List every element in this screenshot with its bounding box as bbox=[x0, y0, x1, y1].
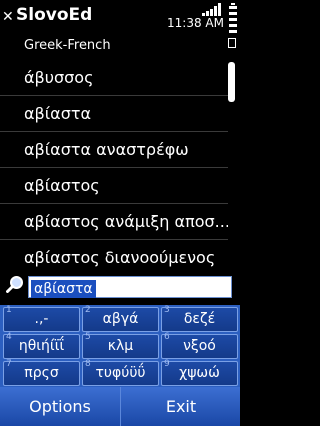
key-label: .,- bbox=[34, 311, 49, 327]
key-number: 8 bbox=[85, 359, 91, 369]
list-item[interactable]: άβυσσος bbox=[0, 60, 228, 96]
key-2[interactable]: 2 αβγά bbox=[82, 305, 159, 332]
key-label: χψωώ bbox=[179, 365, 220, 381]
key-number: 1 bbox=[6, 305, 12, 315]
key-number: 4 bbox=[6, 332, 12, 342]
key-number: 7 bbox=[6, 359, 12, 369]
list-item[interactable]: αβίαστος ανάμιξη αποσ... bbox=[0, 204, 228, 240]
key-7[interactable]: 7 πρςσ bbox=[3, 359, 80, 386]
key-number: 3 bbox=[164, 305, 170, 315]
key-8[interactable]: 8 τυφύϋΰ bbox=[82, 359, 159, 386]
search-input-text: αβίαστα bbox=[31, 280, 96, 298]
list-item[interactable]: αβίαστος διανοούμενος bbox=[0, 240, 228, 276]
close-icon[interactable]: ✕ bbox=[2, 10, 14, 24]
search-icon bbox=[6, 276, 23, 293]
key-number: 5 bbox=[85, 332, 91, 342]
status-bar: ✕ SlovoEd 11:38 AM bbox=[0, 0, 240, 34]
dictionary-name[interactable]: Greek-French bbox=[24, 38, 111, 53]
memory-indicator-icon bbox=[228, 38, 236, 48]
key-1[interactable]: 1 .,- bbox=[3, 305, 80, 332]
key-5[interactable]: 5 κλμ bbox=[82, 332, 159, 359]
key-number: 6 bbox=[164, 332, 170, 342]
key-label: κλμ bbox=[107, 338, 134, 354]
key-4[interactable]: 4 ηθιήίϊΐ bbox=[3, 332, 80, 359]
clock: 11:38 AM bbox=[167, 16, 224, 30]
signal-icon bbox=[202, 3, 222, 16]
key-number: 2 bbox=[85, 305, 91, 315]
list-item[interactable]: αβίαστα αναστρέφω bbox=[0, 132, 228, 168]
key-label: δεζέ bbox=[183, 311, 216, 327]
search-input[interactable]: αβίαστα bbox=[28, 276, 232, 298]
key-label: τυφύϋΰ bbox=[95, 365, 146, 381]
key-label: αβγά bbox=[102, 311, 139, 327]
scrollbar[interactable] bbox=[228, 62, 235, 102]
app-title: SlovoEd bbox=[16, 5, 93, 25]
key-9[interactable]: 9 χψωώ bbox=[161, 359, 238, 386]
word-list: άβυσσος αβίαστα αβίαστα αναστρέφω αβίαστ… bbox=[0, 60, 228, 276]
exit-button[interactable]: Exit bbox=[120, 387, 241, 426]
key-label: ηθιήίϊΐ bbox=[18, 338, 65, 354]
key-label: νξοό bbox=[183, 338, 216, 354]
key-6[interactable]: 6 νξοό bbox=[161, 332, 238, 359]
key-3[interactable]: 3 δεζέ bbox=[161, 305, 238, 332]
softkey-bar: Options Exit bbox=[0, 387, 240, 426]
options-button[interactable]: Options bbox=[0, 387, 120, 426]
list-item[interactable]: αβίαστος bbox=[0, 168, 228, 204]
key-number: 9 bbox=[164, 359, 170, 369]
key-label: πρςσ bbox=[24, 365, 59, 381]
keypad: 1 .,- 2 αβγά 3 δεζέ 4 ηθιήίϊΐ 5 κλμ 6 νξοό 7 πρ… bbox=[0, 305, 240, 387]
list-item[interactable]: αβίαστα bbox=[0, 96, 228, 132]
battery-icon bbox=[229, 3, 237, 33]
